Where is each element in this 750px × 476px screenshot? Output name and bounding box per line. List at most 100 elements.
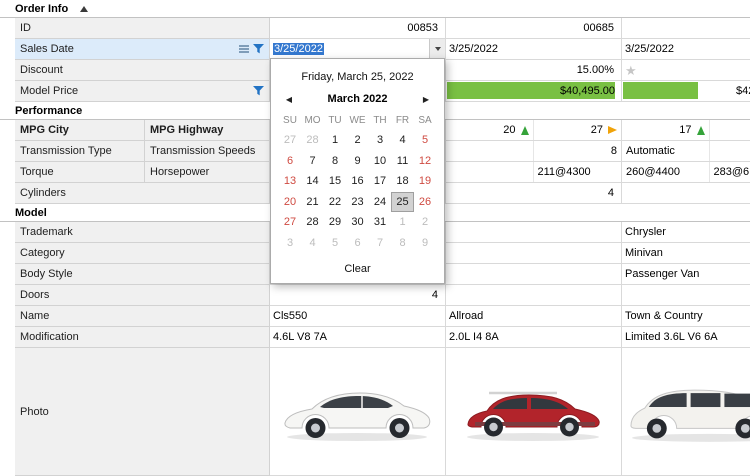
cell-model-price-r3[interactable]: $42 bbox=[622, 81, 750, 102]
calendar-day[interactable]: 5 bbox=[324, 233, 347, 254]
cell-name-r1[interactable]: Cls550 bbox=[270, 306, 446, 327]
calendar-day[interactable]: 18 bbox=[391, 171, 414, 192]
cell-photo-r3[interactable] bbox=[622, 348, 750, 476]
calendar-day[interactable]: 17 bbox=[369, 171, 392, 192]
calendar-day[interactable]: 28 bbox=[301, 130, 324, 151]
calendar-day[interactable]: 1 bbox=[391, 212, 414, 233]
calendar-day[interactable]: 28 bbox=[301, 212, 324, 233]
cell-model-price-r2[interactable]: $40,495.00 bbox=[446, 81, 622, 102]
calendar-day[interactable]: 14 bbox=[301, 171, 324, 192]
cell-torque-r2[interactable]: 211@4300 bbox=[446, 162, 622, 183]
band-order-info[interactable]: Order Info bbox=[0, 0, 750, 18]
rating-star-icon[interactable]: ★ bbox=[625, 64, 637, 77]
calendar-day[interactable]: 31 bbox=[369, 212, 392, 233]
calendar-day[interactable]: 16 bbox=[346, 171, 369, 192]
cell-trademark-r3[interactable]: Chrysler bbox=[622, 222, 750, 243]
calendar-day[interactable]: 26 bbox=[414, 192, 437, 213]
filter-icon[interactable] bbox=[253, 44, 264, 54]
cell-transmission-r3[interactable]: Automatic bbox=[622, 141, 750, 162]
row-header-transmission-speeds[interactable]: Transmission Speeds bbox=[145, 141, 270, 162]
calendar-day[interactable]: 1 bbox=[324, 130, 347, 151]
calendar-day[interactable]: 12 bbox=[414, 151, 437, 172]
calendar-day[interactable]: 19 bbox=[414, 171, 437, 192]
calendar-day[interactable]: 24 bbox=[369, 192, 392, 213]
row-menu-icon[interactable] bbox=[239, 44, 249, 55]
calendar-day[interactable]: 13 bbox=[279, 171, 302, 192]
row-header-mpg-highway[interactable]: MPG Highway bbox=[145, 120, 270, 141]
row-header-trademark[interactable]: Trademark bbox=[15, 222, 270, 243]
calendar-next-month-button[interactable]: ▶ bbox=[418, 95, 434, 104]
row-header-name[interactable]: Name bbox=[15, 306, 270, 327]
cell-doors-r2[interactable] bbox=[446, 285, 622, 306]
calendar-day[interactable]: 3 bbox=[279, 233, 302, 254]
cell-name-r2[interactable]: Allroad bbox=[446, 306, 622, 327]
cell-torque-r3[interactable]: 260@4400 283@6 bbox=[622, 162, 750, 183]
cell-discount-r2[interactable]: 15.00% bbox=[446, 60, 622, 81]
row-header-cylinders[interactable]: Cylinders bbox=[15, 183, 270, 204]
row-header-mpg-city[interactable]: MPG City bbox=[15, 120, 145, 141]
cell-doors-r3[interactable] bbox=[622, 285, 750, 306]
calendar-day[interactable]: 22 bbox=[324, 192, 347, 213]
cell-mpg-r2[interactable]: 20 27 bbox=[446, 120, 622, 141]
calendar-clear-button[interactable]: Clear bbox=[277, 253, 438, 279]
calendar-day[interactable]: 27 bbox=[279, 130, 302, 151]
calendar-day[interactable]: 21 bbox=[301, 192, 324, 213]
cell-doors-r1[interactable]: 4 bbox=[270, 285, 446, 306]
calendar-day[interactable]: 5 bbox=[414, 130, 437, 151]
row-header-torque[interactable]: Torque bbox=[15, 162, 145, 183]
calendar-day[interactable]: 4 bbox=[391, 130, 414, 151]
cell-modification-r3[interactable]: Limited 3.6L V6 6A bbox=[622, 327, 750, 348]
row-header-body-style[interactable]: Body Style bbox=[15, 264, 270, 285]
row-header-doors[interactable]: Doors bbox=[15, 285, 270, 306]
cell-photo-r2[interactable] bbox=[446, 348, 622, 476]
calendar-day[interactable]: 9 bbox=[414, 233, 437, 254]
calendar-day[interactable]: 20 bbox=[279, 192, 302, 213]
calendar-day[interactable]: 7 bbox=[369, 233, 392, 254]
cell-discount-r3[interactable]: ★ bbox=[622, 60, 750, 81]
date-editor-input[interactable]: 3/25/2022 bbox=[270, 39, 429, 59]
calendar-day[interactable]: 27 bbox=[279, 212, 302, 233]
row-header-id[interactable]: ID bbox=[15, 18, 270, 39]
cell-category-r3[interactable]: Minivan bbox=[622, 243, 750, 264]
cell-id-r3[interactable] bbox=[622, 18, 750, 39]
row-header-transmission-type[interactable]: Transmission Type bbox=[15, 141, 145, 162]
cell-name-r3[interactable]: Town & Country bbox=[622, 306, 750, 327]
cell-transmission-r2[interactable]: 8 bbox=[446, 141, 622, 162]
row-header-modification[interactable]: Modification bbox=[15, 327, 270, 348]
calendar-prev-month-button[interactable]: ◀ bbox=[281, 95, 297, 104]
calendar-day[interactable]: 4 bbox=[301, 233, 324, 254]
calendar-day[interactable]: 9 bbox=[346, 151, 369, 172]
cell-id-r1[interactable]: 00853 bbox=[270, 18, 446, 39]
calendar-day[interactable]: 10 bbox=[369, 151, 392, 172]
row-header-photo[interactable]: Photo bbox=[15, 348, 270, 476]
filter-icon[interactable] bbox=[253, 86, 264, 96]
calendar-day[interactable]: 30 bbox=[346, 212, 369, 233]
calendar-day[interactable]: 29 bbox=[324, 212, 347, 233]
calendar-day-selected[interactable]: 25 bbox=[391, 192, 414, 213]
cell-sales-date-r3[interactable]: 3/25/2022 bbox=[622, 39, 750, 60]
calendar-day[interactable]: 2 bbox=[414, 212, 437, 233]
row-header-discount[interactable]: Discount bbox=[15, 60, 270, 81]
cell-photo-r1[interactable] bbox=[270, 348, 446, 476]
band-collapse-icon[interactable] bbox=[80, 6, 88, 12]
row-header-sales-date[interactable]: Sales Date bbox=[15, 39, 270, 60]
row-header-category[interactable]: Category bbox=[15, 243, 270, 264]
calendar-day[interactable]: 6 bbox=[346, 233, 369, 254]
calendar-day[interactable]: 6 bbox=[279, 151, 302, 172]
date-dropdown-button[interactable] bbox=[429, 39, 445, 59]
row-header-horsepower[interactable]: Horsepower bbox=[145, 162, 270, 183]
cell-body-style-r3[interactable]: Passenger Van bbox=[622, 264, 750, 285]
calendar-day[interactable]: 11 bbox=[391, 151, 414, 172]
calendar-day[interactable]: 2 bbox=[346, 130, 369, 151]
calendar-day[interactable]: 23 bbox=[346, 192, 369, 213]
cell-category-r2[interactable] bbox=[446, 243, 622, 264]
cell-body-style-r2[interactable] bbox=[446, 264, 622, 285]
cell-trademark-r2[interactable] bbox=[446, 222, 622, 243]
calendar-day[interactable]: 8 bbox=[391, 233, 414, 254]
cell-id-r2[interactable]: 00685 bbox=[446, 18, 622, 39]
cell-modification-r1[interactable]: 4.6L V8 7A bbox=[270, 327, 446, 348]
calendar-day[interactable]: 15 bbox=[324, 171, 347, 192]
cell-cylinders-r3[interactable] bbox=[622, 183, 750, 204]
cell-sales-date-editor[interactable]: 3/25/2022 bbox=[270, 39, 446, 60]
calendar-day[interactable]: 3 bbox=[369, 130, 392, 151]
